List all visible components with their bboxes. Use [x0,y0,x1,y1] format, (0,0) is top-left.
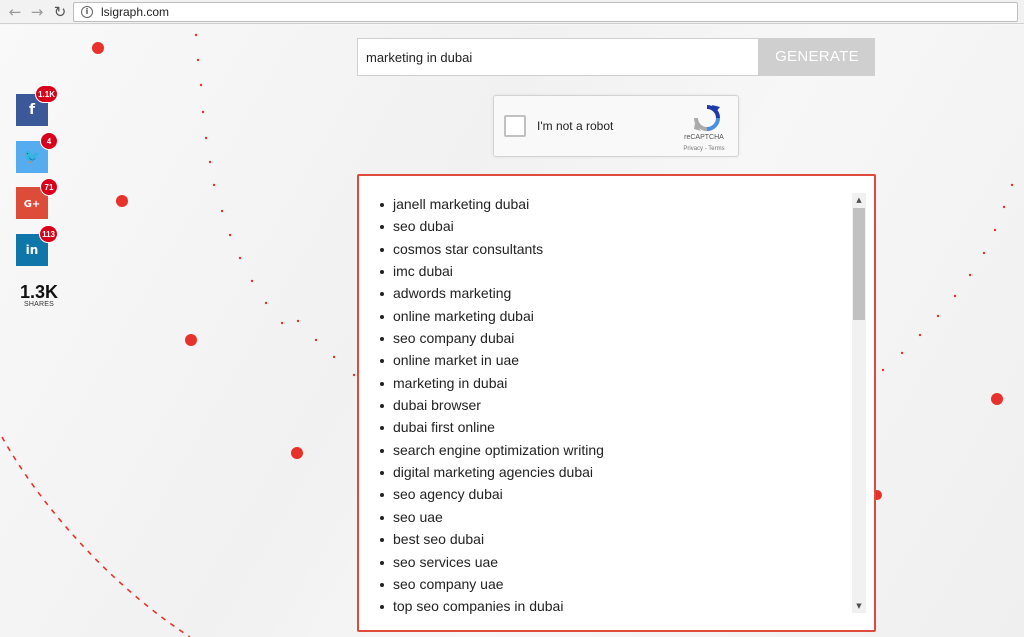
total-shares: 1.3K SHARES [16,283,62,308]
facebook-icon: f [28,102,36,118]
scroll-down-arrow-icon[interactable]: ▼ [852,599,866,613]
bg-dot [185,334,197,346]
bg-dot [92,42,104,54]
keyword-item: cosmos star consultants [379,238,604,260]
keyword-item: top seo companies in dubai [379,595,604,617]
keyword-item: online market in uae [379,349,604,371]
twitter-share-button[interactable]: 🐦 4 [16,132,58,173]
keyword-item: marketing in dubai [379,372,604,394]
google-plus-share-button[interactable]: G+ 71 [16,178,58,219]
reload-icon[interactable]: ↻ [51,3,69,21]
keyword-item: seo agency dubai [379,483,604,505]
address-bar[interactable]: i lsigraph.com [73,2,1018,22]
keyword-item: adwords marketing [379,282,604,304]
scrollbar-thumb[interactable] [853,208,865,320]
forward-arrow-icon[interactable]: → [28,3,46,21]
bg-dot [291,447,303,459]
url-text[interactable]: lsigraph.com [101,5,169,19]
scroll-up-arrow-icon[interactable]: ▲ [852,193,866,207]
total-share-label: SHARES [24,301,54,308]
google-plus-share-count: 71 [40,178,58,196]
info-icon[interactable]: i [81,6,93,18]
keyword-search-input[interactable] [357,38,759,76]
bg-dot [991,393,1003,405]
keyword-item: imc dubai [379,260,604,282]
recaptcha-brand: reCAPTCHA [684,134,724,141]
facebook-share-button[interactable]: f 1.1K [16,85,58,126]
recaptcha-widget: I'm not a robot reCAPTCHA Privacy - Term… [493,95,739,157]
linkedin-share-button[interactable]: in 113 [16,225,58,266]
recaptcha-label: I'm not a robot [537,119,614,133]
results-scrollbar[interactable]: ▲ ▼ [852,193,866,613]
keyword-item: dubai browser [379,394,604,416]
keyword-list: janell marketing dubai seo dubai cosmos … [379,193,604,618]
keyword-item: seo uae [379,506,604,528]
browser-toolbar: ← → ↻ i lsigraph.com [0,0,1024,24]
twitter-icon: 🐦 [23,149,41,165]
keyword-item: seo dubai [379,215,604,237]
keyword-item: seo company dubai [379,327,604,349]
recaptcha-checkbox[interactable] [504,115,526,137]
keyword-item: online marketing dubai [379,305,604,327]
page-body: f 1.1K 🐦 4 G+ 71 in 113 1.3K SHARES GENE… [0,25,1024,637]
recaptcha-privacy-terms-link[interactable]: Privacy - Terms [676,146,732,152]
lsi-keyword-results: janell marketing dubai seo dubai cosmos … [357,174,876,632]
generate-button[interactable]: GENERATE [759,38,875,76]
keyword-item: search engine optimization writing [379,439,604,461]
recaptcha-logo-icon [694,105,720,131]
total-share-count: 1.3K [19,282,59,302]
keyword-item: digital marketing agencies dubai [379,461,604,483]
facebook-share-count: 1.1K [35,85,58,103]
linkedin-share-count: 113 [39,225,58,243]
keyword-item: seo company uae [379,573,604,595]
keyword-item: seo services uae [379,551,604,573]
keyword-item: dubai first online [379,416,604,438]
linkedin-icon: in [25,243,39,257]
google-plus-icon: G+ [23,199,41,210]
back-arrow-icon[interactable]: ← [6,3,24,21]
keyword-item: janell marketing dubai [379,193,604,215]
dashed-arc-decoration [1,436,191,637]
bg-dot [116,195,128,207]
keyword-item: best seo dubai [379,528,604,550]
twitter-share-count: 4 [40,132,58,150]
